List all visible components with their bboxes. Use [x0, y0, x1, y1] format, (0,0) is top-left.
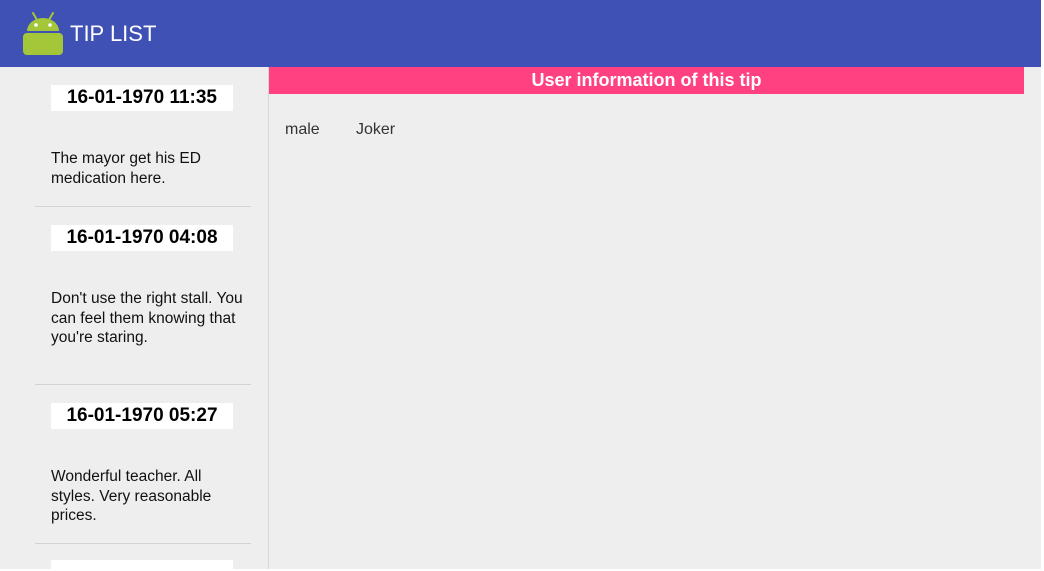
tip-list-item[interactable]: 16-01-1970 05:27 Wonderful teacher. All … [35, 385, 251, 543]
tip-list-item[interactable]: 16-01-1970 11:35 The mayor get his ED me… [35, 67, 251, 206]
tip-text: The mayor get his ED medication here. [51, 150, 201, 187]
tip-detail: User information of this tip male Joker [269, 67, 1041, 569]
user-name: Joker [356, 121, 396, 138]
android-icon [23, 12, 63, 55]
tip-list[interactable]: 16-01-1970 11:35 The mayor get his ED me… [0, 67, 268, 569]
app-title: TIP LIST [70, 21, 157, 46]
tip-text: Don't use the right stall. You can feel … [51, 290, 243, 346]
tip-date: 16-01-1970 11:35 [51, 85, 233, 111]
tip-date: 16-01-1970 05:27 [51, 403, 233, 429]
tip-list-item[interactable]: 16-01-1970 04:08 Don't use the right sta… [35, 207, 251, 384]
app-bar: TIP LIST [0, 0, 1041, 67]
app-screen: TIP LIST 16-01-1970 11:35 The mayor get … [0, 0, 1041, 569]
tip-date-partial [51, 560, 233, 569]
tip-text: Wonderful teacher. All styles. Very reas… [51, 468, 212, 524]
user-gender: male [285, 121, 320, 138]
tip-list-item-partial[interactable] [35, 544, 251, 569]
detail-header: User information of this tip [269, 67, 1024, 94]
tip-date: 16-01-1970 04:08 [51, 225, 233, 251]
